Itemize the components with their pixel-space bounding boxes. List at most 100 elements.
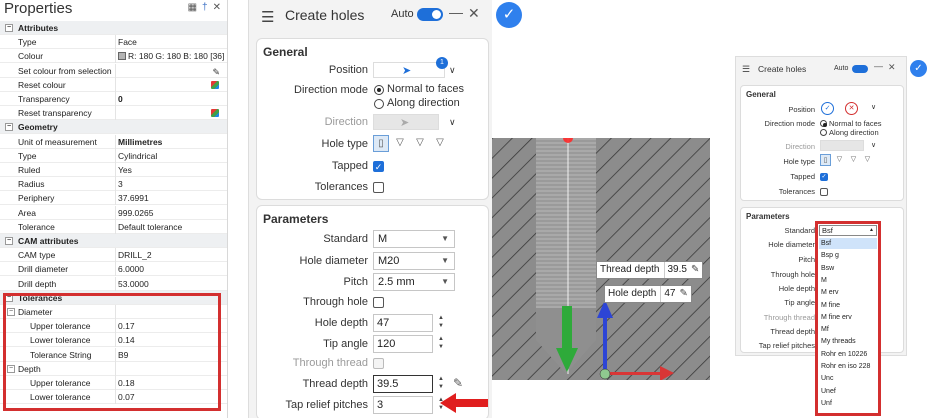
hole-diameter-select[interactable]: M20 ▼ [373, 252, 455, 270]
standard-option[interactable]: Unc [819, 373, 877, 384]
hole-depth-spinner[interactable]: ▲ ▼ [437, 314, 445, 332]
3d-viewport[interactable]: Thread depth 39.5 ✎ Hole depth 47 ✎ [492, 138, 710, 380]
tap-relief-pitches-input[interactable]: 3 [373, 396, 433, 414]
eyedropper-icon[interactable]: ✎ [212, 65, 220, 79]
menu-icon[interactable]: ☰ [261, 8, 274, 26]
direction-picker[interactable]: ➤ [373, 114, 439, 130]
confirm-check-button[interactable]: ✓ [496, 2, 522, 28]
pitch-select[interactable]: 2.5 mm ▼ [373, 273, 455, 291]
standard-option[interactable]: My threads [819, 336, 877, 347]
small-position-chevron-icon[interactable]: ∨ [871, 103, 876, 111]
thread-depth-spinner[interactable]: ▲ ▼ [437, 375, 445, 393]
property-value: 53.0000 [115, 276, 224, 291]
collapse-toggle-icon[interactable]: − [5, 24, 13, 32]
small-position-label: Position [788, 105, 815, 114]
dialog-header: ☰ Create holes Auto — ✕ [249, 0, 492, 30]
property-row[interactable]: Reset transparency [0, 106, 227, 121]
edit-icon[interactable]: ✎ [691, 262, 699, 278]
collapse-toggle-icon[interactable]: − [5, 237, 13, 245]
small-close-icon[interactable]: ✕ [888, 62, 896, 73]
property-section[interactable]: − CAM attributes [0, 234, 227, 248]
property-section[interactable]: − Geometry [0, 120, 227, 135]
small-countersink-button[interactable]: ▽ [848, 154, 859, 166]
standard-option[interactable]: Bsf [819, 238, 877, 249]
small-tapped-checkbox[interactable]: ✓ [820, 173, 828, 181]
small-direction-chevron-icon[interactable]: ∨ [871, 141, 876, 149]
standard-option[interactable]: Unf [819, 398, 877, 409]
small-general-section: General Position ✓ ✕ ∨ Direction mode No… [740, 85, 904, 201]
pin-icon[interactable]: † [202, 2, 208, 13]
standard-option[interactable]: M [819, 275, 877, 286]
minimize-icon[interactable]: — [449, 4, 463, 20]
property-value-text: Default tolerance [118, 221, 183, 232]
standard-option[interactable]: Mf [819, 324, 877, 335]
chevron-down-icon[interactable]: ∨ [449, 65, 456, 76]
small-stepped-button[interactable]: ▽ [862, 154, 873, 166]
gizmo-origin[interactable] [599, 368, 611, 380]
position-picker[interactable]: ➤ 1 [373, 57, 448, 78]
close-panel-icon[interactable]: ✕ [213, 2, 221, 13]
standard-select[interactable]: M ▼ [373, 230, 455, 248]
standard-option[interactable]: Bsw [819, 263, 877, 274]
small-pitch-label: Pitch [798, 255, 815, 264]
small-tolerances-checkbox[interactable] [820, 188, 828, 196]
counterbore-hole-type-button[interactable]: ▽ [392, 135, 408, 152]
property-value-text: 0 [118, 94, 123, 104]
standard-option[interactable]: M fine [819, 300, 877, 311]
axis-blue-shaft [603, 316, 607, 374]
reset-cube-icon[interactable] [211, 80, 219, 89]
standard-option[interactable]: Unef [819, 386, 877, 397]
normal-to-faces-radio[interactable] [374, 85, 384, 95]
measure-icon[interactable]: ✎ [453, 376, 463, 390]
property-value [115, 77, 224, 92]
small-standard-dropdown-icon: ▲ [869, 227, 874, 233]
property-value-text: R: 180 G: 180 B: 180 [36] [128, 51, 224, 62]
small-minimize-icon[interactable]: — [874, 61, 883, 71]
hole-depth-input[interactable]: 47 [373, 314, 433, 332]
standard-option[interactable]: Rohr en 10226 [819, 349, 877, 360]
tapped-checkbox[interactable]: ✓ [373, 161, 384, 172]
tip-angle-spinner[interactable]: ▲ ▼ [437, 335, 445, 353]
along-direction-radio[interactable] [374, 99, 384, 109]
thread-depth-input[interactable]: 39.5 [373, 375, 433, 393]
standard-option[interactable]: Rohr en iso 228 [819, 361, 877, 372]
small-along-radio[interactable] [820, 129, 827, 136]
through-hole-checkbox[interactable] [373, 297, 384, 308]
small-tip-angle-label: Tip angle [784, 298, 815, 307]
tip-angle-input[interactable]: 120 [373, 335, 433, 353]
tolerances-checkbox[interactable] [373, 182, 384, 193]
properties-settings-icon[interactable]: ▦ [188, 2, 197, 13]
small-confirm-check-button[interactable]: ✓ [910, 60, 927, 77]
property-row[interactable]: Set colour from selection ✎ [0, 63, 227, 79]
standard-option[interactable]: Bsp g [819, 250, 877, 261]
small-auto-toggle[interactable] [852, 65, 868, 73]
standard-option[interactable]: M fine erv [819, 312, 877, 323]
property-row[interactable]: Reset colour [0, 77, 227, 92]
through-thread-checkbox[interactable] [373, 358, 384, 369]
edit-icon-2[interactable]: ✎ [680, 286, 688, 302]
property-section[interactable]: − Attributes [0, 21, 227, 35]
standard-dropdown-list[interactable]: Bsf ▲ Bsf Bsp g Bsw M M erv M fine M fine erv Mf… [815, 221, 881, 416]
auto-toggle[interactable] [417, 8, 443, 21]
countersink-hole-type-button[interactable]: ▽ [412, 135, 428, 152]
small-direction-picker[interactable] [820, 140, 864, 151]
small-position-accept-icon[interactable]: ✓ [821, 102, 834, 115]
standard-option[interactable]: M erv [819, 287, 877, 298]
small-standard-select[interactable]: Bsf ▲ [819, 225, 877, 236]
close-icon[interactable]: ✕ [468, 5, 480, 22]
reset-cube-icon[interactable] [211, 109, 219, 118]
direction-chevron-icon[interactable]: ∨ [449, 117, 456, 128]
hole-depth-tag[interactable]: Hole depth 47 ✎ [604, 285, 692, 303]
collapse-toggle-icon[interactable]: − [5, 123, 13, 132]
small-position-clear-icon[interactable]: ✕ [845, 102, 858, 115]
property-label: CAM attributes [18, 236, 79, 246]
properties-title: Properties [4, 0, 73, 17]
small-menu-icon[interactable]: ☰ [742, 64, 750, 75]
small-normal-radio[interactable] [820, 120, 827, 127]
small-counterbore-button[interactable]: ▽ [834, 154, 845, 166]
stepped-hole-type-button[interactable]: ▽ [432, 135, 448, 152]
hole-diameter-label: Hole diameter [299, 255, 368, 267]
thread-depth-tag[interactable]: Thread depth 39.5 ✎ [596, 261, 704, 279]
simple-hole-type-button[interactable]: ▯ [373, 135, 389, 152]
small-simple-hole-button[interactable]: ▯ [820, 154, 831, 166]
